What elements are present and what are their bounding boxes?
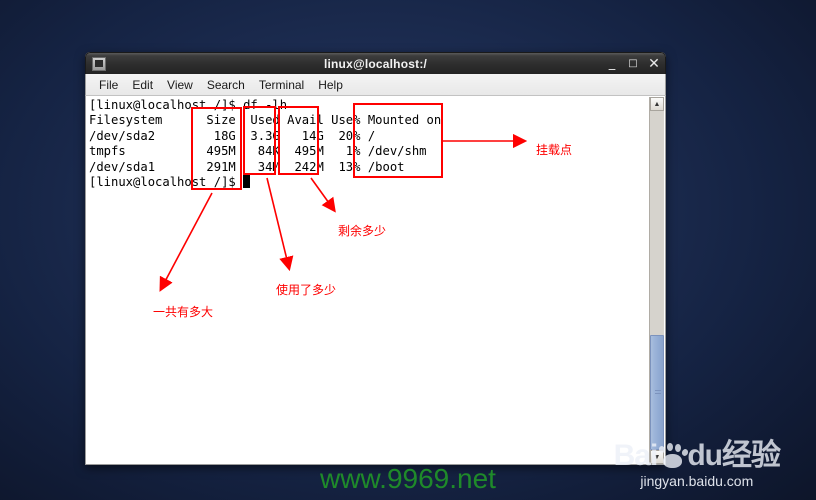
terminal-text: [linux@localhost /]$ df -lh Filesystem S… (89, 98, 441, 190)
baidu-brand-i: i (650, 439, 658, 472)
menu-item-edit[interactable]: Edit (125, 76, 160, 94)
maximize-button[interactable]: □ (627, 58, 639, 70)
terminal-line-0: [linux@localhost /]$ df -lh (89, 98, 288, 112)
menu-item-terminal[interactable]: Terminal (252, 76, 311, 94)
menu-item-view[interactable]: View (160, 76, 200, 94)
window-title: linux@localhost:/ (323, 56, 428, 71)
close-button[interactable]: ✕ (648, 57, 660, 71)
baidu-url: jingyan.baidu.com (640, 473, 754, 489)
baidu-brand-left: Ba (613, 439, 651, 472)
terminal-prompt: [linux@localhost /]$ (89, 175, 244, 190)
scrollbar-up-arrow-icon[interactable]: ▲ (650, 97, 664, 111)
menu-bar: File Edit View Search Terminal Help (85, 74, 666, 96)
menu-item-search[interactable]: Search (200, 76, 252, 94)
menu-item-file[interactable]: File (92, 76, 125, 94)
window-controls: _ □ ✕ (606, 53, 660, 75)
menu-item-help[interactable]: Help (311, 76, 350, 94)
baidu-brand-cn: 经验 (722, 439, 781, 472)
scrollbar-thumb[interactable] (650, 335, 664, 450)
paw-print-icon (657, 443, 690, 469)
terminal-line-2: /dev/sda2 18G 3.3G 14G 20% / (89, 128, 376, 143)
window-titlebar[interactable]: linux@localhost:/ _ □ ✕ (85, 52, 666, 74)
terminal-scrollbar[interactable]: ▲ ▼ (649, 97, 664, 464)
terminal-line-1: Filesystem Size Used Avail Use% Mounted … (89, 113, 442, 128)
terminal-window: linux@localhost:/ _ □ ✕ File Edit View S… (85, 52, 666, 465)
desktop-background: linux@localhost:/ _ □ ✕ File Edit View S… (0, 0, 816, 500)
terminal-line-3: tmpfs 495M 84K 495M 1% /dev/shm (89, 144, 427, 159)
baidu-logo: Bai du经验 (613, 439, 781, 472)
baidu-brand-du: du (687, 439, 723, 472)
terminal-output-area[interactable]: [linux@localhost /]$ df -lh Filesystem S… (85, 96, 666, 465)
baidu-watermark: Bai du经验 jingyan.baidu.com (613, 439, 781, 490)
terminal-line-4: /dev/sda1 291M 34M 242M 13% /boot (89, 159, 405, 174)
terminal-cursor (243, 175, 251, 189)
minimize-button[interactable]: _ (606, 57, 618, 70)
